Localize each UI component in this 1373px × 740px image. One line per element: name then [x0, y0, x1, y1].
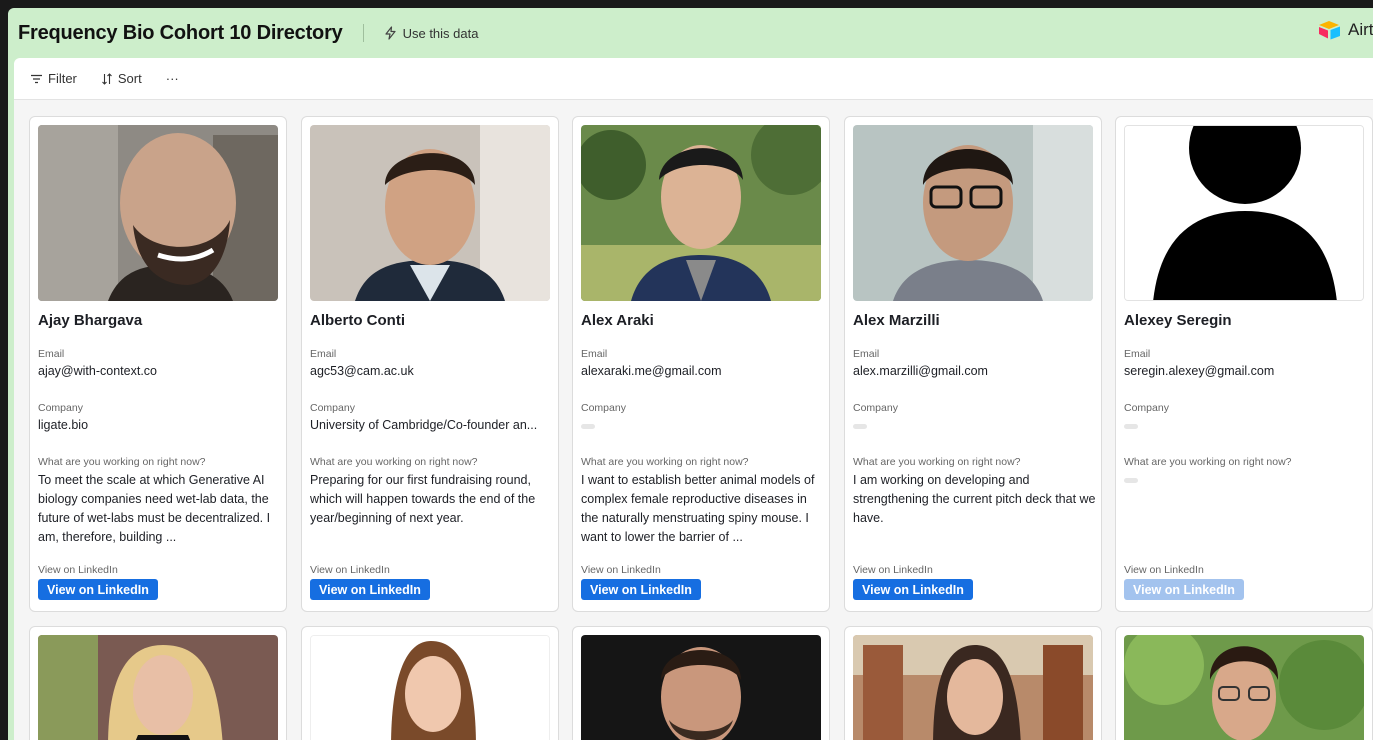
header-divider — [362, 24, 364, 42]
email-label: Email — [581, 348, 608, 360]
gallery-card[interactable]: Ajay Bhargava Email ajay@with-context.co… — [29, 116, 287, 612]
working-value: I want to establish better animal models… — [581, 473, 815, 544]
default-avatar-icon — [1124, 125, 1364, 301]
page-title: Frequency Bio Cohort 10 Directory — [18, 21, 343, 44]
company-empty-placeholder — [853, 424, 867, 429]
gallery-card[interactable]: Alex Marzilli Email alex.marzilli@gmail.… — [844, 116, 1102, 612]
person-name: Alex Araki — [581, 312, 654, 329]
view-toolbar: Filter Sort ··· — [14, 58, 1373, 100]
filter-icon — [31, 74, 42, 83]
company-label: Company — [581, 402, 626, 414]
linkedin-button[interactable]: View on LinkedIn — [1124, 579, 1244, 600]
avatar-photo — [581, 635, 821, 740]
more-options-button[interactable]: ··· — [166, 71, 179, 86]
gallery-card[interactable]: Alberto Conti Email agc53@cam.ac.uk Comp… — [301, 116, 559, 612]
email-label: Email — [38, 348, 65, 360]
more-icon: ··· — [165, 71, 179, 86]
avatar-photo — [853, 635, 1093, 740]
airtable-logo-icon — [1319, 21, 1341, 40]
linkedin-label: View on LinkedIn — [581, 564, 661, 576]
gallery-card[interactable] — [844, 626, 1102, 740]
email-label: Email — [853, 348, 880, 360]
linkedin-button[interactable]: View on LinkedIn — [853, 579, 973, 600]
working-label: What are you working on right now? — [581, 456, 749, 468]
filter-label: Filter — [48, 71, 77, 86]
sort-button[interactable]: Sort — [101, 71, 142, 86]
person-name: Alexey Seregin — [1124, 312, 1232, 329]
avatar-photo — [310, 125, 550, 301]
gallery-card[interactable]: Alexey Seregin Email seregin.alexey@gmai… — [1115, 116, 1373, 612]
use-this-data-button[interactable]: Use this data — [384, 25, 479, 41]
working-label: What are you working on right now? — [853, 456, 1021, 468]
linkedin-button[interactable]: View on LinkedIn — [581, 579, 701, 600]
linkedin-label: View on LinkedIn — [1124, 564, 1204, 576]
company-label: Company — [1124, 402, 1169, 414]
company-empty-placeholder — [1124, 424, 1138, 429]
company-empty-placeholder — [581, 424, 595, 429]
avatar-photo — [310, 635, 550, 740]
gallery-card[interactable] — [572, 626, 830, 740]
email-value: seregin.alexey@gmail.com — [1124, 364, 1275, 378]
linkedin-button[interactable]: View on LinkedIn — [310, 579, 430, 600]
linkedin-label: View on LinkedIn — [38, 564, 118, 576]
company-value: University of Cambridge/Co-founder an... — [310, 418, 538, 432]
avatar-photo — [853, 125, 1093, 301]
email-value: ajay@with-context.co — [38, 364, 157, 378]
brand-logo[interactable]: Airta — [1318, 20, 1373, 40]
linkedin-label: View on LinkedIn — [310, 564, 390, 576]
filter-button[interactable]: Filter — [30, 71, 77, 86]
person-name: Alberto Conti — [310, 312, 405, 329]
brand-name: Airta — [1348, 20, 1373, 39]
header: Frequency Bio Cohort 10 Directory Use th… — [8, 8, 1373, 58]
company-label: Company — [310, 402, 355, 414]
gallery-card[interactable]: Alex Araki Email alexaraki.me@gmail.com … — [572, 116, 830, 612]
email-value: alex.marzilli@gmail.com — [853, 364, 988, 378]
avatar-photo — [38, 125, 278, 301]
lightning-icon — [384, 26, 396, 40]
email-value: alexaraki.me@gmail.com — [581, 364, 722, 378]
avatar-photo — [1124, 635, 1364, 740]
use-this-data-label: Use this data — [402, 25, 479, 41]
avatar-photo — [581, 125, 821, 301]
gallery-card[interactable] — [29, 626, 287, 740]
gallery-grid: Ajay Bhargava Email ajay@with-context.co… — [14, 100, 1373, 740]
app-frame: Frequency Bio Cohort 10 Directory Use th… — [8, 8, 1373, 740]
gallery-card[interactable] — [301, 626, 559, 740]
working-label: What are you working on right now? — [310, 456, 478, 468]
sort-label: Sort — [117, 71, 142, 86]
company-value: ligate.bio — [38, 418, 89, 432]
working-label: What are you working on right now? — [1124, 456, 1292, 468]
linkedin-button[interactable]: View on LinkedIn — [38, 579, 158, 600]
working-value: I am working on developing and strengthe… — [853, 473, 1096, 525]
company-label: Company — [853, 402, 898, 414]
email-label: Email — [310, 348, 337, 360]
gallery-card[interactable] — [1115, 626, 1373, 740]
working-value: Preparing for our first fundraising roun… — [310, 473, 536, 525]
working-empty-placeholder — [1124, 478, 1138, 483]
sort-icon — [102, 72, 112, 85]
working-label: What are you working on right now? — [38, 456, 206, 468]
linkedin-label: View on LinkedIn — [853, 564, 933, 576]
email-label: Email — [1124, 348, 1151, 360]
avatar-photo — [38, 635, 278, 740]
person-name: Ajay Bhargava — [38, 312, 143, 329]
working-value: To meet the scale at which Generative AI… — [38, 473, 271, 544]
company-label: Company — [38, 402, 83, 414]
email-value: agc53@cam.ac.uk — [310, 364, 414, 378]
person-name: Alex Marzilli — [853, 312, 940, 329]
